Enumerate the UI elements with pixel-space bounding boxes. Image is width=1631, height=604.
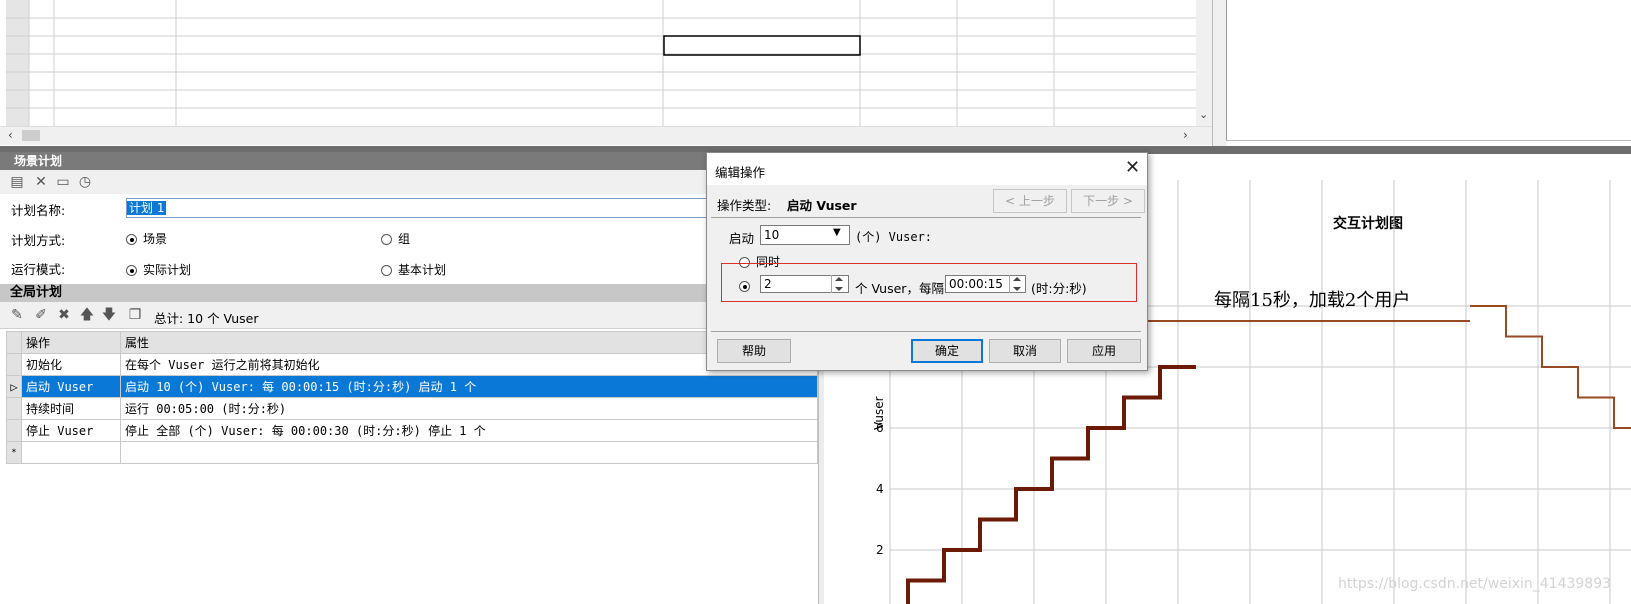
plan-mode-label: 计划方式:	[11, 233, 66, 248]
run-mode-real-radio[interactable]: 实际计划	[126, 261, 191, 278]
plan-name-label: 计划名称:	[11, 203, 66, 218]
selected-cell	[663, 35, 861, 56]
scroll-left-icon[interactable]: ‹	[8, 128, 13, 142]
close-icon[interactable]: ✕	[1125, 157, 1140, 178]
scroll-down-icon[interactable]: ⌄	[1199, 108, 1208, 121]
row-header[interactable]	[6, 397, 22, 420]
plan-name-value: 计划 1	[127, 201, 167, 215]
top-grid-horizontal-scrollbar[interactable]: ‹ ›	[0, 126, 1212, 145]
row-pointer-icon[interactable]: ▷	[6, 375, 22, 398]
table-row[interactable]: 停止 Vuser 停止 全部 (个) Vuser: 每 00:00:30 (时:…	[6, 419, 818, 442]
new-table-row[interactable]: *	[6, 441, 818, 464]
next-step-button[interactable]: 下一步 >	[1071, 189, 1145, 213]
row-header[interactable]	[6, 353, 22, 376]
action-cell[interactable]: 初始化	[21, 353, 121, 376]
delete-action-icon[interactable]: ✖	[55, 306, 73, 324]
edit-action-dialog[interactable]: 编辑操作 ✕ 操作类型: 启动 Vuser < 上一步 下一步 > 启动 10 …	[706, 152, 1148, 371]
property-cell[interactable]: 运行 00:05:00 (时:分:秒)	[120, 397, 818, 420]
corner-header	[6, 331, 22, 354]
scroll-right-icon[interactable]: ›	[1183, 128, 1188, 142]
table-row[interactable]: 初始化 在每个 Vuser 运行之前将其初始化	[6, 353, 818, 376]
scene-plan-header: 场景计划	[0, 152, 744, 170]
cancel-button[interactable]: 取消	[989, 339, 1061, 363]
every-radio[interactable]	[739, 279, 756, 293]
apply-button[interactable]: 应用	[1067, 339, 1141, 363]
y-tick-label: 4	[876, 482, 884, 496]
property-cell[interactable]: 停止 全部 (个) Vuser: 每 00:00:30 (时:分:秒) 停止 1…	[120, 419, 818, 442]
divider	[711, 217, 1141, 218]
run-mode-basic-radio[interactable]: 基本计划	[381, 261, 446, 278]
global-plan-table-wrapper: 操作 属性 初始化 在每个 Vuser 运行之前将其初始化 ▷ 启动 Vuser…	[6, 331, 818, 464]
rename-plan-icon[interactable]: ▭	[54, 173, 72, 191]
run-mode-label: 运行模式:	[11, 262, 66, 277]
radio-checked-icon	[126, 234, 137, 245]
row-header[interactable]	[6, 419, 22, 442]
divider	[711, 331, 1141, 332]
global-plan-table: 操作 属性 初始化 在每个 Vuser 运行之前将其初始化 ▷ 启动 Vuser…	[6, 331, 818, 464]
op-type-value: 启动 Vuser	[787, 198, 857, 213]
plan-name-input[interactable]: 计划 1	[126, 198, 728, 218]
dialog-title-bar[interactable]: 编辑操作 ✕	[707, 153, 1147, 185]
top-right-pane	[1226, 0, 1631, 141]
delete-plan-icon[interactable]: ✕	[32, 173, 50, 191]
interval-spinner[interactable]	[1009, 275, 1024, 293]
total-vuser-count: 总计: 10 个 Vuser	[154, 311, 259, 326]
column-header-action[interactable]: 操作	[21, 331, 121, 354]
y-tick-label: 6	[876, 421, 884, 435]
every-text: 个 Vuser，每隔	[855, 281, 944, 296]
radio-checked-icon	[126, 265, 137, 276]
start-count-value: 10	[764, 228, 780, 242]
every-count-spinner[interactable]	[831, 275, 846, 293]
add-action-icon[interactable]: ✎	[8, 306, 26, 324]
property-cell[interactable]: 启动 10 (个) Vuser: 每 00:00:15 (时:分:秒) 启动 1…	[120, 375, 818, 398]
prev-step-button[interactable]: < 上一步	[993, 189, 1067, 213]
empty-cell[interactable]	[21, 441, 121, 464]
radio-unchecked-icon	[381, 265, 392, 276]
op-type-label: 操作类型:	[717, 198, 772, 213]
start-unit: (个) Vuser:	[855, 230, 933, 244]
y-tick-label: 2	[876, 543, 884, 557]
new-row-marker: *	[6, 441, 22, 464]
chevron-down-icon[interactable]: ▼	[833, 227, 841, 238]
vertical-splitter[interactable]	[1212, 0, 1227, 146]
empty-cell[interactable]	[120, 441, 818, 464]
plan-mode-group-radio[interactable]: 组	[381, 230, 410, 247]
chart-annotation: 每隔15秒，加载2个用户	[1214, 290, 1411, 311]
scroll-thumb[interactable]	[22, 130, 40, 141]
move-down-icon[interactable]: 🡇	[100, 306, 118, 324]
ok-button[interactable]: 确定	[911, 339, 983, 363]
global-plan-title: 全局计划	[10, 285, 63, 300]
edit-action-icon[interactable]: ✐	[32, 306, 50, 324]
radio-checked-icon	[739, 281, 750, 292]
scene-plan-toolbar: ▤ ✕ ▭ ◷	[0, 170, 730, 194]
table-row[interactable]: 持续时间 运行 00:05:00 (时:分:秒)	[6, 397, 818, 420]
action-cell[interactable]: 持续时间	[21, 397, 121, 420]
interval-unit: (时:分:秒)	[1031, 281, 1087, 296]
dialog-title: 编辑操作	[715, 165, 766, 180]
help-button[interactable]: 帮助	[717, 339, 791, 363]
move-up-icon[interactable]: 🡅	[78, 306, 96, 324]
new-plan-icon[interactable]: ▤	[8, 173, 26, 191]
copy-icon[interactable]: ❐	[126, 306, 144, 324]
start-label: 启动	[729, 231, 755, 246]
ramp-up-series-line	[906, 365, 1196, 604]
ramp-down-series-line	[1470, 305, 1631, 460]
scene-plan-title: 场景计划	[14, 154, 63, 168]
watermark-text: https://blog.csdn.net/weixin_41439893	[1338, 576, 1612, 592]
action-cell[interactable]: 启动 Vuser	[21, 375, 121, 398]
schedule-clock-icon[interactable]: ◷	[76, 173, 94, 191]
table-row-selected[interactable]: ▷ 启动 Vuser 启动 10 (个) Vuser: 每 00:00:15 (…	[6, 375, 818, 398]
top-grid-lines	[6, 0, 1196, 126]
global-plan-toolbar: ✎ ✐ ✖ 🡅 🡇 ❐ 总计: 10 个 Vuser	[0, 302, 820, 329]
action-cell[interactable]: 停止 Vuser	[21, 419, 121, 442]
plan-mode-scene-radio[interactable]: 场景	[126, 230, 167, 247]
radio-unchecked-icon	[381, 234, 392, 245]
top-grid-vertical-scrollbar[interactable]: ⌄	[1196, 0, 1212, 128]
top-data-grid[interactable]: ⌄ ‹ ›	[0, 0, 1213, 146]
start-count-select[interactable]: 10 ▼	[760, 225, 850, 245]
